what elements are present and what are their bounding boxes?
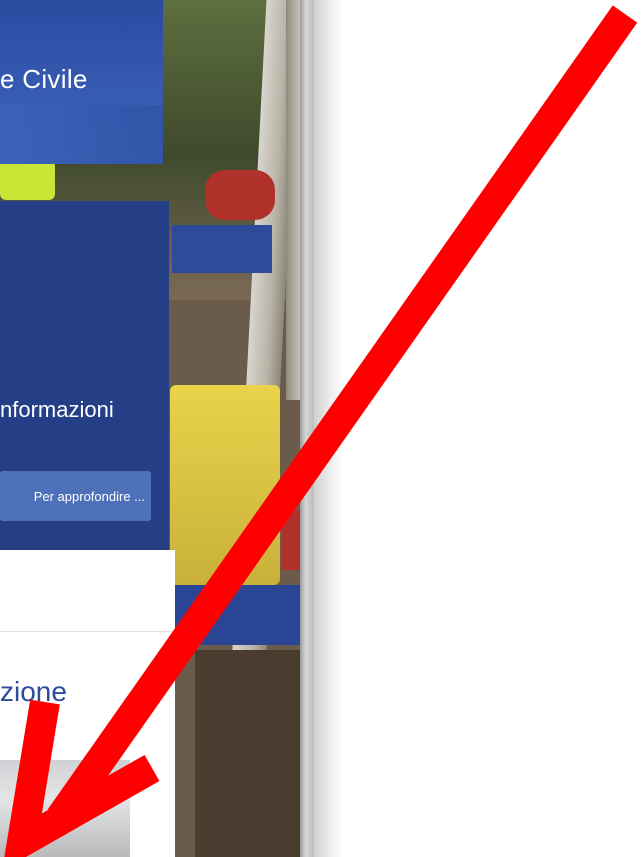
info-panel-text: nformazioni [0,397,114,422]
content-card: zione [0,550,175,857]
page-edge-shadow [314,0,344,857]
photo-vest-2 [0,160,55,200]
page-content: e Civile nformazioni Per approfondire ..… [0,0,300,857]
photo-tree-trunk-2 [286,0,300,400]
site-title[interactable]: e Civile [0,64,88,95]
header-photo [0,105,163,164]
photo-machine-red [205,170,275,220]
photo-machine-red-2 [282,510,300,570]
read-more-button[interactable]: Per approfondire ... [0,471,151,521]
photo-machine-base [170,585,300,645]
section-thumbnail[interactable] [0,760,130,857]
scrollbar[interactable] [300,0,314,857]
photo-machine-yellow [170,385,280,585]
section-heading[interactable]: zione [0,676,67,708]
photo-shadow [195,650,300,857]
header-banner: e Civile [0,0,163,164]
info-panel: nformazioni Per approfondire ... [0,201,169,550]
photo-machine-blue [172,225,272,273]
card-divider [0,631,175,632]
